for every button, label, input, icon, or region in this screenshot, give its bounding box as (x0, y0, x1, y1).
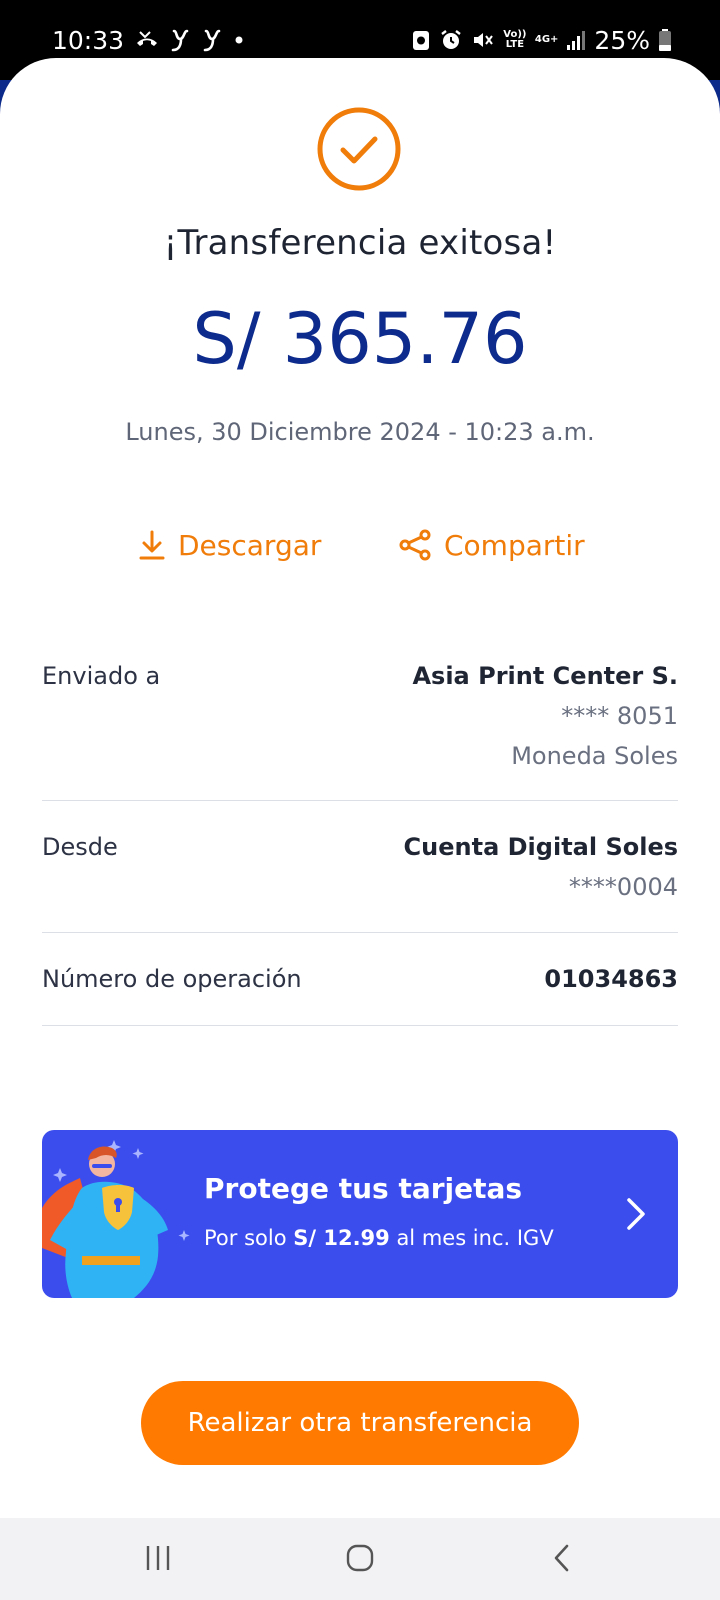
receipt-sheet: ¡Transferencia exitosa! S/ 365.76 Lunes,… (0, 58, 720, 1518)
page-title: ¡Transferencia exitosa! (163, 223, 557, 263)
battery-saver-icon (411, 28, 431, 52)
share-icon (398, 529, 432, 561)
detail-row-sent-to: Enviado a Asia Print Center S. **** 8051… (42, 648, 678, 801)
system-nav-bar (0, 1518, 720, 1600)
missed-call-icon (134, 29, 160, 51)
receipt-actions: Descargar Compartir (0, 520, 720, 570)
detail-row-from: Desde Cuenta Digital Soles ****0004 (42, 801, 678, 933)
sent-to-label: Enviado a (42, 662, 161, 690)
source-account-number: ****0004 (568, 873, 678, 901)
signal-icon (566, 29, 586, 51)
from-values: Cuenta Digital Soles ****0004 (42, 801, 678, 913)
volte-label: Vo)) LTE (503, 29, 527, 50)
recipient-currency: Moneda Soles (511, 742, 678, 770)
source-account-name: Cuenta Digital Soles (403, 833, 678, 861)
app-notification-icon (170, 27, 192, 53)
superhero-illustration (42, 1130, 192, 1298)
more-notifications-dot-icon (234, 35, 244, 45)
detail-row-operation: Número de operación 01034863 (42, 933, 678, 1026)
promo-title: Protege tus tarjetas (204, 1172, 523, 1205)
status-time: 10:33 (52, 25, 125, 55)
new-transfer-button[interactable]: Realizar otra transferencia (141, 1381, 579, 1465)
network-type-label: 4G+ (534, 34, 559, 45)
recents-icon[interactable] (128, 1538, 188, 1578)
download-label: Descargar (178, 528, 322, 562)
promo-sub-suffix: al mes inc. IGV (389, 1226, 554, 1250)
status-bar-right: Vo)) LTE 4G+ 25% (411, 22, 672, 58)
recipient-account: **** 8051 (561, 702, 678, 730)
success-check-icon (316, 106, 402, 192)
operation-label: Número de operación (42, 965, 302, 993)
home-icon[interactable] (330, 1538, 390, 1578)
status-bar-left: 10:33 (52, 22, 244, 58)
alarm-icon (439, 28, 463, 52)
transfer-details: Enviado a Asia Print Center S. **** 8051… (42, 648, 678, 1026)
app-notification-icon-2 (202, 27, 224, 53)
share-button[interactable]: Compartir (398, 520, 585, 570)
battery-icon (658, 28, 672, 52)
back-icon[interactable] (532, 1538, 592, 1578)
download-button[interactable]: Descargar (138, 520, 321, 570)
transfer-datetime: Lunes, 30 Diciembre 2024 - 10:23 a.m. (125, 418, 595, 446)
battery-percent: 25% (594, 25, 650, 55)
card-protection-banner[interactable]: Protege tus tarjetas Por solo S/ 12.99 a… (42, 1130, 678, 1298)
download-icon (138, 529, 166, 561)
from-label: Desde (42, 833, 118, 861)
transfer-amount: S/ 365.76 (192, 298, 528, 380)
promo-price: S/ 12.99 (293, 1226, 390, 1250)
promo-sub-prefix: Por solo (204, 1226, 294, 1250)
promo-subtitle: Por solo S/ 12.99 al mes inc. IGV (204, 1226, 554, 1250)
mute-icon (471, 28, 495, 52)
chevron-right-icon (624, 1196, 648, 1232)
share-label: Compartir (444, 528, 585, 562)
